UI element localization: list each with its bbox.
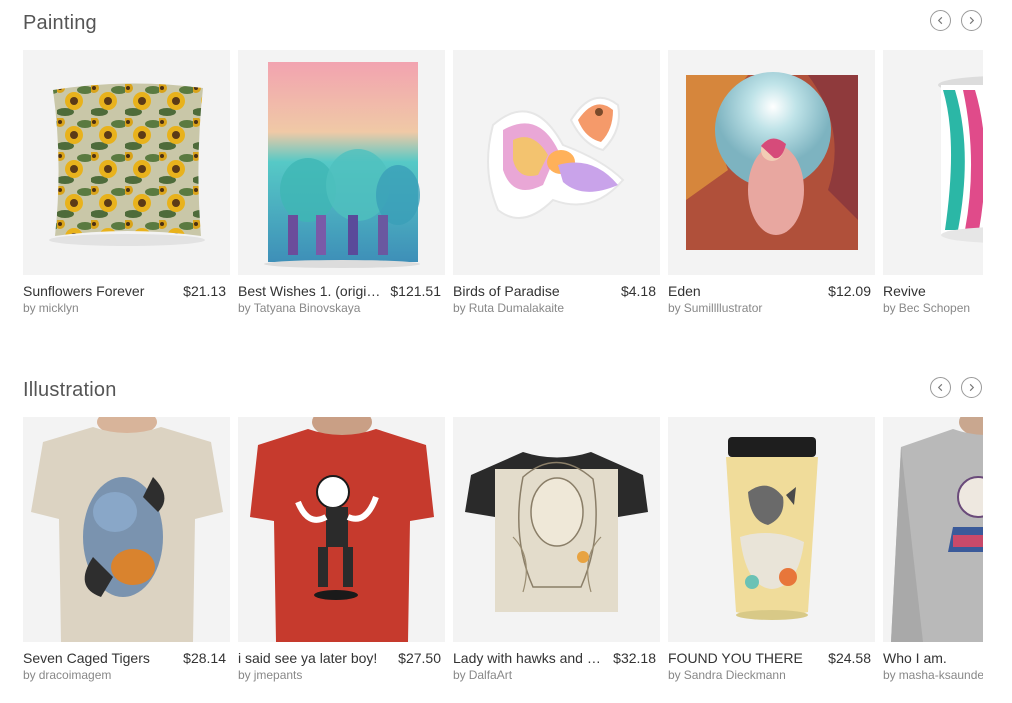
artist-line[interactable]: by Tatyana Binovskaya xyxy=(238,301,360,315)
product-price: $21.13 xyxy=(183,283,226,299)
product-image[interactable] xyxy=(23,50,230,275)
by-label: by xyxy=(668,301,681,315)
product-title[interactable]: FOUND YOU THERE xyxy=(668,650,818,666)
artist-line[interactable]: by jmepants xyxy=(238,668,302,682)
product-image[interactable] xyxy=(453,417,660,642)
by-label: by xyxy=(883,301,896,315)
chevron-left-icon[interactable] xyxy=(930,10,951,31)
product-title[interactable]: i said see ya later boy! xyxy=(238,650,388,666)
product-card[interactable]: Who I am. by masha-ksaunde xyxy=(883,417,983,687)
artist-name[interactable]: Bec Schopen xyxy=(899,301,970,315)
product-title[interactable]: Best Wishes 1. (original ... xyxy=(238,283,388,299)
product-image[interactable] xyxy=(23,417,230,642)
product-title[interactable]: Lady with hawks and a ... xyxy=(453,650,603,666)
product-price: $4.18 xyxy=(620,283,656,299)
artist-line[interactable]: by DalfaArt xyxy=(453,668,512,682)
by-label: by xyxy=(453,668,466,682)
by-label: by xyxy=(23,301,36,315)
product-image[interactable] xyxy=(668,417,875,642)
by-label: by xyxy=(668,668,681,682)
product-card[interactable]: Seven Caged Tigers $28.14 by dracoimagem xyxy=(23,417,230,687)
artist-line[interactable]: by Ruta Dumalakaite xyxy=(453,301,564,315)
artist-name[interactable]: dracoimagem xyxy=(39,668,112,682)
artist-name[interactable]: Sumillllustrator xyxy=(684,301,763,315)
chevron-right-icon[interactable] xyxy=(961,377,982,398)
product-price: $24.58 xyxy=(828,650,871,666)
by-label: by xyxy=(453,301,466,315)
artist-name[interactable]: jmepants xyxy=(254,668,303,682)
by-label: by xyxy=(238,301,251,315)
product-carousel: Seven Caged Tigers $28.14 bydracoimagem xyxy=(23,417,983,697)
product-image[interactable] xyxy=(883,417,983,642)
artist-name[interactable]: Tatyana Binovskaya xyxy=(254,301,361,315)
product-title[interactable]: Who I am. xyxy=(883,650,983,666)
product-price: $27.50 xyxy=(398,650,441,666)
product-card[interactable]: Revive by Bec Schopen xyxy=(883,50,983,320)
artist-line[interactable]: by Sandra Dieckmann xyxy=(668,668,786,682)
artist-name[interactable]: micklyn xyxy=(39,301,79,315)
artist-line[interactable]: by micklyn xyxy=(23,301,79,315)
artist-name[interactable]: Sandra Dieckmann xyxy=(684,668,786,682)
product-card[interactable]: Birds of Paradise $4.18 by Ruta Dumalakai… xyxy=(453,50,660,320)
product-image[interactable] xyxy=(453,50,660,275)
section-title: Painting xyxy=(23,12,97,34)
artist-line[interactable]: by masha-ksaunde xyxy=(883,668,983,682)
carousel-nav xyxy=(930,377,982,398)
artist-name[interactable]: Ruta Dumalakaite xyxy=(469,301,564,315)
product-title[interactable]: Sunflowers Forever xyxy=(23,283,173,299)
product-image[interactable] xyxy=(668,50,875,275)
artist-name[interactable]: masha-ksaunde xyxy=(899,668,983,682)
product-card[interactable]: FOUND YOU THERE $24.58 by Sandra Dieckman… xyxy=(668,417,875,687)
product-carousel: Sunflowers Forever $21.13 by micklyn Bes… xyxy=(23,50,983,330)
chevron-right-icon[interactable] xyxy=(961,10,982,31)
product-image[interactable] xyxy=(238,417,445,642)
product-card[interactable]: Lady with hawks and a ... $32.18 by Dalfa… xyxy=(453,417,660,687)
artist-name[interactable]: DalfaArt xyxy=(469,668,512,682)
by-label: by xyxy=(23,668,36,682)
product-title[interactable]: Eden xyxy=(668,283,818,299)
artist-line[interactable]: by Bec Schopen xyxy=(883,301,970,315)
by-label: by xyxy=(883,668,896,682)
product-image[interactable] xyxy=(883,50,983,275)
section-title: Illustration xyxy=(23,379,117,401)
chevron-left-icon[interactable] xyxy=(930,377,951,398)
product-price: $12.09 xyxy=(828,283,871,299)
product-price: $121.51 xyxy=(390,283,441,299)
product-price: $32.18 xyxy=(613,650,656,666)
product-card[interactable]: Sunflowers Forever $21.13 by micklyn xyxy=(23,50,230,320)
product-title[interactable]: Revive xyxy=(883,283,983,299)
product-image[interactable] xyxy=(238,50,445,275)
product-title[interactable]: Seven Caged Tigers xyxy=(23,650,173,666)
product-price: $28.14 xyxy=(183,650,226,666)
carousel-nav xyxy=(930,10,982,31)
product-title[interactable]: Birds of Paradise xyxy=(453,283,603,299)
artist-line[interactable]: by Sumillllustrator xyxy=(668,301,762,315)
by-label: by xyxy=(238,668,251,682)
product-card[interactable]: Eden $12.09 by Sumillllustrator xyxy=(668,50,875,320)
product-card[interactable]: Best Wishes 1. (original ... $121.51 by T… xyxy=(238,50,445,320)
product-card[interactable]: i said see ya later boy! $27.50 by jmepan… xyxy=(238,417,445,687)
artist-line[interactable]: by dracoimagem xyxy=(23,668,111,682)
